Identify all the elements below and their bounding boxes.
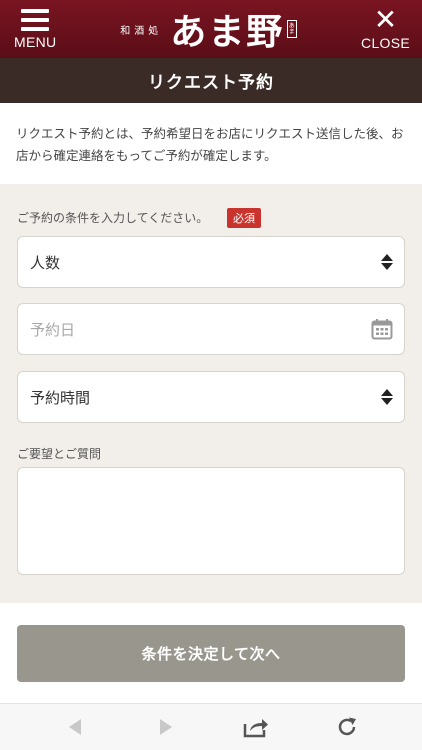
back-arrow-icon bbox=[69, 719, 82, 735]
requests-textarea[interactable] bbox=[17, 467, 405, 575]
submit-button[interactable]: 条件を決定して次へ bbox=[17, 625, 405, 682]
close-icon: ✕ bbox=[373, 2, 398, 36]
logo-subtitle: 和酒処 bbox=[120, 25, 163, 37]
guests-select[interactable]: 人数 bbox=[17, 236, 405, 288]
requests-label: ご要望とご質問 bbox=[17, 447, 102, 461]
close-button[interactable]: ✕ CLOSE bbox=[361, 2, 410, 51]
browser-toolbar bbox=[0, 703, 422, 750]
back-button[interactable] bbox=[61, 713, 89, 741]
page-title: リクエスト予約 bbox=[0, 58, 422, 103]
menu-label: MENU bbox=[14, 33, 57, 50]
logo-stamp: あまの bbox=[287, 20, 298, 38]
logo-title: あま野 bbox=[170, 11, 285, 53]
select-arrows-icon bbox=[381, 389, 393, 405]
hamburger-icon bbox=[21, 8, 50, 31]
date-input[interactable]: 予約日 bbox=[17, 303, 405, 355]
reload-button[interactable] bbox=[333, 713, 361, 741]
conditions-label: ご予約の条件を入力してください。 bbox=[17, 211, 209, 225]
reload-icon bbox=[338, 717, 356, 736]
intro-text: リクエスト予約とは、予約希望日をお店にリクエスト送信した後、お店から確定連絡をも… bbox=[0, 103, 422, 184]
close-label: CLOSE bbox=[361, 34, 410, 51]
date-input-placeholder: 予約日 bbox=[30, 320, 76, 339]
app-header: MENU 和酒処 あま野 あまの ✕ CLOSE bbox=[0, 0, 422, 58]
forward-button[interactable] bbox=[152, 713, 180, 741]
calendar-icon bbox=[371, 319, 393, 340]
share-button[interactable] bbox=[242, 713, 270, 741]
guests-select-value: 人数 bbox=[30, 253, 61, 272]
time-select[interactable]: 予約時間 bbox=[17, 371, 405, 423]
time-select-value: 予約時間 bbox=[30, 388, 91, 407]
forward-arrow-icon bbox=[159, 719, 172, 735]
brand-logo: 和酒処 あま野 あまの bbox=[120, 3, 298, 55]
select-arrows-icon bbox=[381, 254, 393, 270]
required-badge: 必須 bbox=[227, 208, 261, 228]
menu-button[interactable]: MENU bbox=[14, 8, 57, 50]
share-icon bbox=[244, 719, 269, 738]
